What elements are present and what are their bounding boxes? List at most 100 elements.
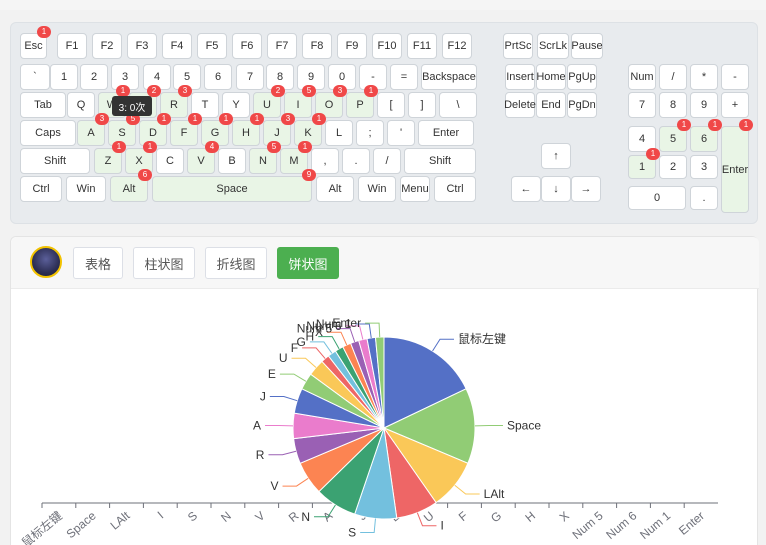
key-rbracket[interactable]: ]: [408, 92, 436, 118]
key-f10[interactable]: F10: [372, 33, 402, 59]
key-numdot[interactable]: .: [690, 186, 718, 210]
key-space[interactable]: Space 9: [152, 169, 316, 202]
key-prtsc[interactable]: PrtSc: [503, 33, 533, 59]
tab-line-chart[interactable]: 折线图: [205, 247, 267, 279]
key-f12[interactable]: F12: [442, 33, 472, 59]
key-d2[interactable]: 2: [80, 64, 108, 90]
key-lwin[interactable]: Win: [66, 176, 106, 202]
key-num0[interactable]: 0: [628, 186, 686, 210]
key-num2[interactable]: 2: [659, 155, 687, 179]
key-numdiv[interactable]: /: [659, 64, 687, 90]
key-label: F8: [310, 40, 324, 52]
key-z[interactable]: Z1: [94, 141, 126, 174]
key-numadd[interactable]: +: [721, 92, 749, 118]
key-backtick[interactable]: `: [20, 64, 50, 90]
key-count-badge: 3: [333, 85, 347, 97]
key-lalt[interactable]: Alt 6: [110, 169, 152, 202]
key-count-badge: 3: [281, 113, 295, 125]
key-right[interactable]: →: [571, 176, 601, 202]
key-f4[interactable]: F4: [162, 33, 192, 59]
key-slash[interactable]: /: [373, 148, 401, 174]
key-menu[interactable]: Menu: [400, 176, 430, 202]
key-b[interactable]: B: [218, 148, 246, 174]
key-lctrl[interactable]: Ctrl: [20, 176, 62, 202]
key-label: ←: [520, 183, 532, 195]
key-num5[interactable]: 51: [659, 119, 691, 152]
key-numenter[interactable]: Enter 1: [721, 119, 753, 213]
key-label: PgDn: [568, 99, 596, 111]
key-delete[interactable]: Delete: [504, 92, 536, 118]
key-label: 6: [700, 133, 708, 145]
key-num7[interactable]: 7: [628, 92, 656, 118]
key-l[interactable]: L: [325, 120, 353, 146]
key-backspace[interactable]: Backspace: [421, 64, 477, 90]
key-end[interactable]: End: [536, 92, 566, 118]
key-d6[interactable]: 6: [204, 64, 232, 90]
key-lshift[interactable]: Shift: [20, 148, 90, 174]
key-rshift[interactable]: Shift: [404, 148, 476, 174]
key-tab[interactable]: Tab: [20, 92, 66, 118]
key-comma[interactable]: ,: [311, 148, 339, 174]
key-caps[interactable]: Caps: [20, 120, 76, 146]
key-h[interactable]: H1: [232, 113, 264, 146]
key-num6[interactable]: 61: [690, 119, 722, 152]
key-label: F3: [135, 40, 149, 52]
key-d7[interactable]: 7: [236, 64, 264, 90]
key-insert[interactable]: Insert: [505, 64, 535, 90]
key-period[interactable]: .: [342, 148, 370, 174]
key-label: R: [170, 99, 178, 111]
tab-pie-chart[interactable]: 饼状图: [277, 247, 339, 279]
key-a[interactable]: A3: [77, 113, 109, 146]
key-numlock[interactable]: Num: [628, 64, 656, 90]
key-quote[interactable]: ': [387, 120, 415, 146]
key-f2[interactable]: F2: [92, 33, 122, 59]
key-pgup[interactable]: PgUp: [567, 64, 597, 90]
key-label: `: [33, 71, 37, 83]
key-num3[interactable]: 3: [690, 155, 718, 179]
key-d1[interactable]: 1: [50, 64, 78, 90]
key-f9[interactable]: F9: [337, 33, 367, 59]
key-rctrl[interactable]: Ctrl: [434, 176, 476, 202]
key-semicolon[interactable]: ;: [356, 120, 384, 146]
key-rwin[interactable]: Win: [358, 176, 396, 202]
key-f[interactable]: F1: [170, 113, 202, 146]
key-num8[interactable]: 8: [659, 92, 687, 118]
tab-bar-chart[interactable]: 柱状图: [133, 247, 195, 279]
key-label: A: [87, 127, 95, 139]
key-label: 1: [60, 71, 68, 83]
key-backslash[interactable]: \: [439, 92, 477, 118]
key-pgdn[interactable]: PgDn: [567, 92, 597, 118]
key-count-badge: 1: [708, 119, 722, 131]
avatar[interactable]: [30, 246, 62, 278]
key-home[interactable]: Home: [536, 64, 566, 90]
tab-table[interactable]: 表格: [73, 247, 123, 279]
key-f6[interactable]: F6: [232, 33, 262, 59]
key-f7[interactable]: F7: [267, 33, 297, 59]
key-lbracket[interactable]: [: [377, 92, 405, 118]
key-enter[interactable]: Enter: [418, 120, 474, 146]
key-p[interactable]: P1: [346, 85, 378, 118]
key-down[interactable]: ↓: [541, 176, 571, 202]
key-label: Q: [76, 99, 86, 111]
key-f3[interactable]: F3: [127, 33, 157, 59]
key-f8[interactable]: F8: [302, 33, 332, 59]
key-esc[interactable]: Esc 1: [20, 26, 51, 59]
key-f11[interactable]: F11: [407, 33, 437, 59]
key-c[interactable]: C: [156, 148, 184, 174]
key-q[interactable]: Q: [67, 92, 95, 118]
key-nummul[interactable]: *: [690, 64, 718, 90]
key-pause[interactable]: Pause: [571, 33, 603, 59]
key-num1[interactable]: 11: [628, 148, 660, 179]
key-label: H: [242, 127, 250, 139]
key-left[interactable]: ←: [511, 176, 541, 202]
key-n[interactable]: N5: [249, 141, 281, 174]
key-num9[interactable]: 9: [690, 92, 718, 118]
key-numsub[interactable]: -: [721, 64, 749, 90]
key-f1[interactable]: F1: [57, 33, 87, 59]
key-equal[interactable]: =: [390, 64, 418, 90]
key-ralt[interactable]: Alt: [316, 176, 354, 202]
key-up[interactable]: ↑: [541, 143, 571, 169]
key-scrlk[interactable]: ScrLk: [537, 33, 569, 59]
key-f5[interactable]: F5: [197, 33, 227, 59]
key-v[interactable]: V4: [187, 141, 219, 174]
